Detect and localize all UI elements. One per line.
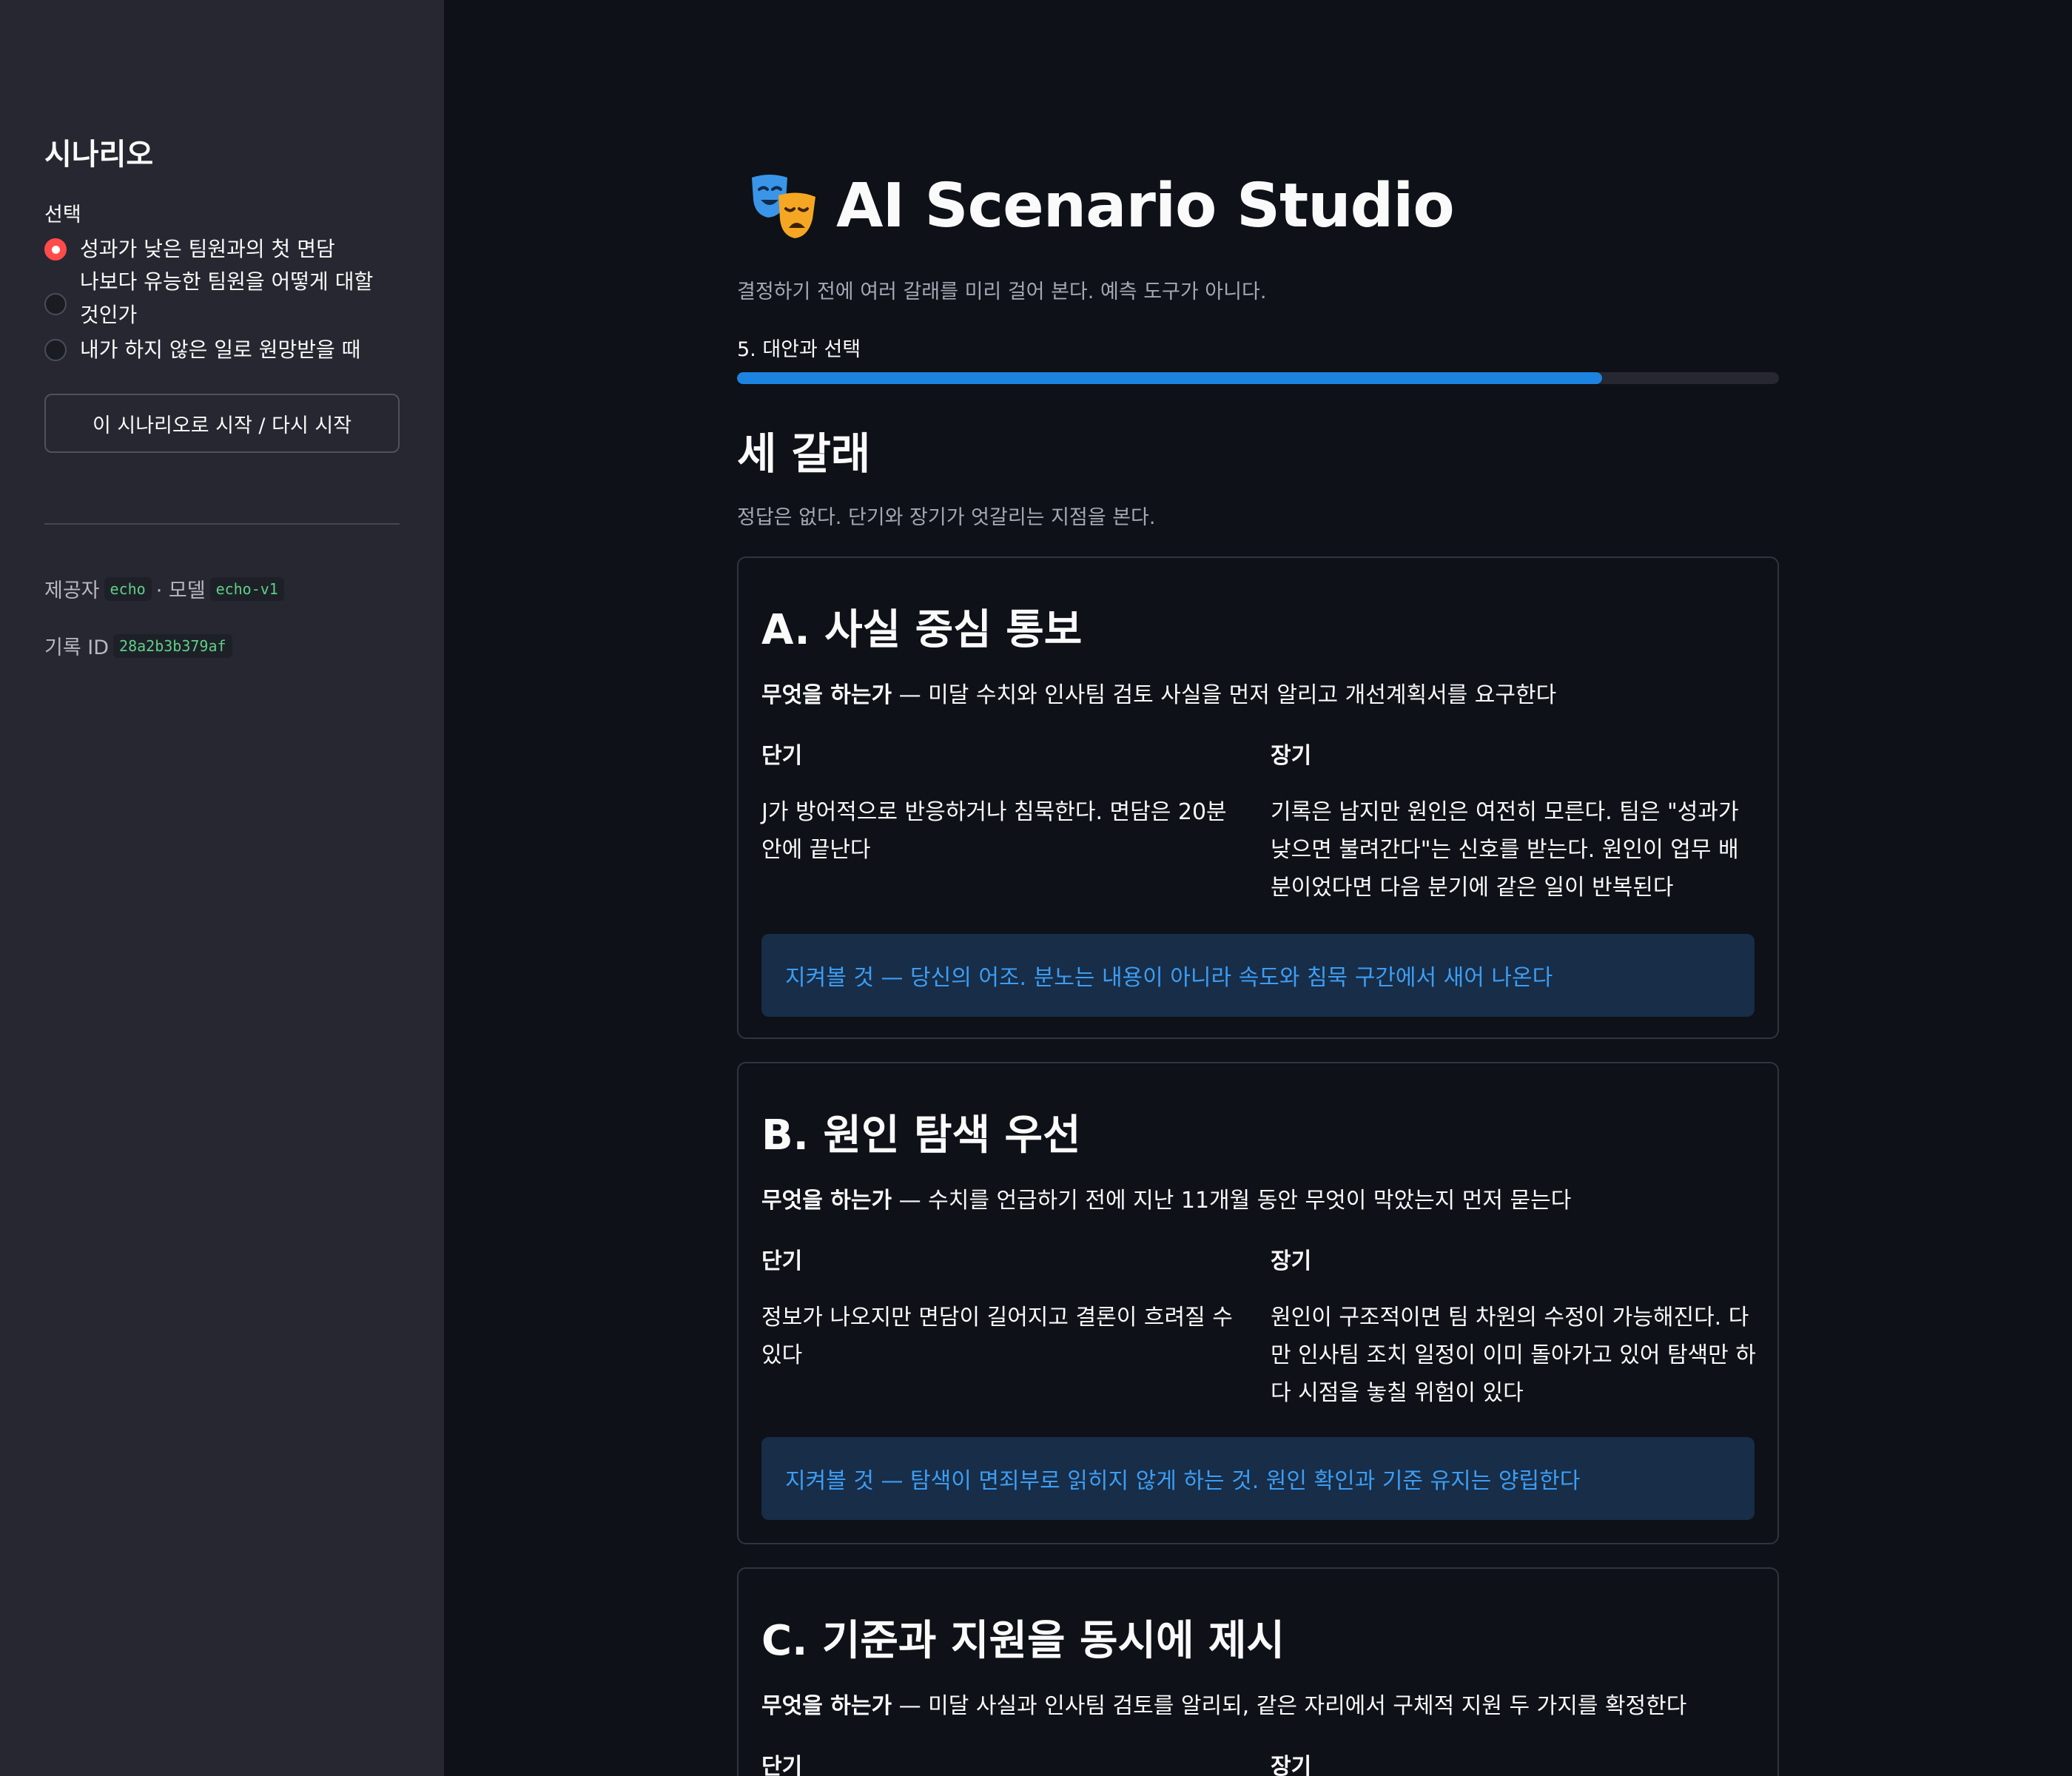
scenario-select-label: 선택 xyxy=(44,204,81,226)
option-what: 무엇을 하는가 — 미달 수치와 인사팀 검토 사실을 먼저 알리고 개선계획서… xyxy=(761,676,1556,709)
what-label: 무엇을 하는가 xyxy=(761,1188,892,1214)
sidebar-title: 시나리오 xyxy=(44,138,154,172)
provider-label: 제공자 xyxy=(44,579,100,602)
option-what: 무엇을 하는가 — 미달 사실과 인사팀 검토를 알리되, 같은 자리에서 구체… xyxy=(761,1687,1686,1720)
model-value: echo-v1 xyxy=(209,576,284,601)
what-text: — 미달 사실과 인사팀 검토를 알리되, 같은 자리에서 구체적 지원 두 가… xyxy=(892,1693,1687,1719)
provider-model-info: 제공자 echo · 모델 echo-v1 xyxy=(44,574,289,603)
radio-unselected-icon[interactable] xyxy=(44,293,67,315)
option-card-c: C. 기준과 지원을 동시에 제시 무엇을 하는가 — 미달 사실과 인사팀 검… xyxy=(737,1567,1779,1776)
scenario-option-label: 나보다 유능한 팀원을 어떻게 대할 것인가 xyxy=(80,269,374,327)
progress-bar-fill xyxy=(737,372,1602,384)
what-text: — 수치를 언급하기 전에 지난 11개월 동안 무엇이 막았는지 먼저 묻는다 xyxy=(892,1188,1572,1214)
short-term-text: J가 방어적으로 반응하거나 침묵한다. 면담은 20분 안에 끝난다 xyxy=(761,799,1227,863)
section-title: 세 갈래 xyxy=(737,428,871,479)
long-term-text: 기록은 남지만 원인은 여전히 모른다. 팀은 "성과가 낮으면 불려간다"는 … xyxy=(1271,799,1739,901)
option-card-b: B. 원인 탐색 우선 무엇을 하는가 — 수치를 언급하기 전에 지난 11개… xyxy=(737,1062,1779,1544)
scenario-option-label: 성과가 낮은 팀원과의 첫 면담 xyxy=(80,237,335,261)
sidebar-divider xyxy=(44,523,400,525)
long-term-heading: 장기 xyxy=(1271,1248,1312,1274)
radio-selected-icon[interactable] xyxy=(44,238,67,260)
scenario-option-label: 내가 하지 않은 일로 원망받을 때 xyxy=(80,337,361,362)
watch-note: 지켜볼 것 — 당신의 어조. 분노는 내용이 아니라 속도와 침묵 구간에서 … xyxy=(761,934,1755,1017)
watch-note: 지켜볼 것 — 탐색이 면죄부로 읽히지 않게 하는 것. 원인 확인과 기준 … xyxy=(761,1437,1755,1520)
option-title: B. 원인 탐색 우선 xyxy=(761,1111,1081,1160)
scenario-option-1[interactable]: 성과가 낮은 팀원과의 첫 면담 xyxy=(44,237,400,266)
record-id-info: 기록 ID 28a2b3b379af xyxy=(44,631,237,660)
option-title: C. 기준과 지원을 동시에 제시 xyxy=(761,1617,1285,1665)
sidebar: 시나리오 선택 성과가 낮은 팀원과의 첫 면담 나보다 유능한 팀원을 어떻게… xyxy=(0,0,444,1776)
progress-bar xyxy=(737,372,1779,384)
short-term-text: 정보가 나오지만 면담이 길어지고 결론이 흐려질 수 있다 xyxy=(761,1305,1233,1368)
what-label: 무엇을 하는가 xyxy=(761,1693,892,1719)
start-scenario-button[interactable]: 이 시나리오로 시작 / 다시 시작 xyxy=(44,394,400,453)
radio-unselected-icon[interactable] xyxy=(44,339,67,361)
option-title: A. 사실 중심 통보 xyxy=(761,606,1083,654)
progress-label: 5. 대안과 선택 xyxy=(737,338,861,361)
option-what: 무엇을 하는가 — 수치를 언급하기 전에 지난 11개월 동안 무엇이 막았는… xyxy=(761,1182,1571,1214)
page-subtitle: 결정하기 전에 여러 갈래를 미리 걸어 본다. 예측 도구가 아니다. xyxy=(737,280,1267,303)
what-text: — 미달 수치와 인사팀 검토 사실을 먼저 알리고 개선계획서를 요구한다 xyxy=(892,682,1557,708)
short-term-heading: 단기 xyxy=(761,1248,803,1274)
short-term-heading: 단기 xyxy=(761,1754,803,1776)
performing-arts-masks-icon xyxy=(752,175,815,238)
scenario-option-3[interactable]: 내가 하지 않은 일로 원망받을 때 xyxy=(44,337,400,366)
option-card-a: A. 사실 중심 통보 무엇을 하는가 — 미달 수치와 인사팀 검토 사실을 … xyxy=(737,556,1779,1039)
long-term-heading: 장기 xyxy=(1271,1754,1312,1776)
short-term-heading: 단기 xyxy=(761,743,803,769)
long-term-heading: 장기 xyxy=(1271,743,1312,769)
record-id-label: 기록 ID xyxy=(44,636,110,659)
scenario-option-2[interactable]: 나보다 유능한 팀원을 어떻게 대할 것인가 xyxy=(44,269,407,332)
provider-value: echo xyxy=(104,576,152,601)
record-id-value: 28a2b3b379af xyxy=(113,633,232,658)
what-label: 무엇을 하는가 xyxy=(761,682,892,708)
page-title: AI Scenario Studio xyxy=(747,170,1455,241)
app-title-text: AI Scenario Studio xyxy=(836,170,1455,241)
section-caption: 정답은 없다. 단기와 장기가 엇갈리는 지점을 본다. xyxy=(737,506,1156,529)
long-term-text: 원인이 구조적이면 팀 차원의 수정이 가능해진다. 다만 인사팀 조치 일정이… xyxy=(1271,1305,1756,1406)
model-label: · 모델 xyxy=(155,579,206,602)
